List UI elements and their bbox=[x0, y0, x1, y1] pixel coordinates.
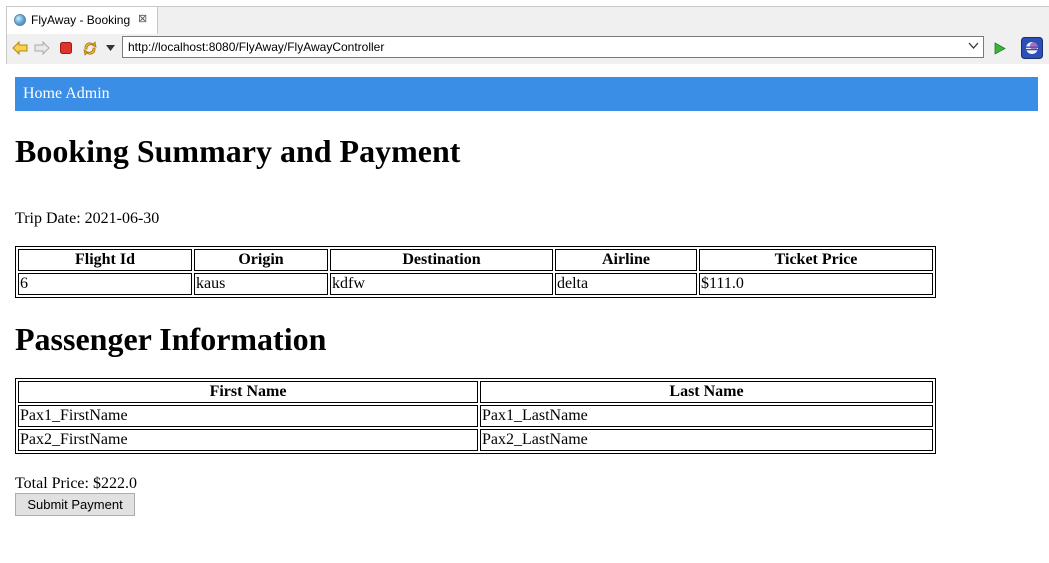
stop-icon[interactable] bbox=[57, 39, 75, 57]
flight-table: Flight Id Origin Destination Airline Tic… bbox=[15, 246, 936, 298]
total-price: Total Price: $222.0 bbox=[15, 475, 137, 492]
chevron-down-icon[interactable] bbox=[968, 40, 979, 54]
url-text: http://localhost:8080/FlyAway/FlyAwayCon… bbox=[128, 40, 385, 54]
navbar: Home Admin bbox=[15, 77, 1038, 111]
url-input[interactable]: http://localhost:8080/FlyAway/FlyAwayCon… bbox=[122, 36, 984, 58]
trip-date: Trip Date: 2021-06-30 bbox=[15, 210, 160, 227]
table-cell: Pax2_LastName bbox=[480, 429, 933, 451]
page-viewport: Home Admin Booking Summary and Payment T… bbox=[6, 64, 1049, 563]
refresh-icon[interactable] bbox=[81, 39, 99, 57]
globe-icon bbox=[14, 14, 26, 26]
column-header: Flight Id bbox=[18, 249, 192, 271]
table-cell: kaus bbox=[194, 273, 328, 295]
table-cell: Pax1_FirstName bbox=[18, 405, 478, 427]
back-icon[interactable] bbox=[11, 39, 29, 57]
close-icon[interactable]: ⊠ bbox=[138, 12, 147, 25]
section-title: Passenger Information bbox=[15, 321, 327, 357]
column-header: First Name bbox=[18, 381, 478, 403]
browser-toolbar: http://localhost:8080/FlyAway/FlyAwayCon… bbox=[7, 34, 1049, 65]
table-cell: delta bbox=[555, 273, 697, 295]
chevron-down-icon[interactable] bbox=[101, 39, 119, 57]
page-title: Booking Summary and Payment bbox=[15, 133, 461, 169]
column-header: Airline bbox=[555, 249, 697, 271]
eclipse-icon[interactable] bbox=[1021, 37, 1043, 59]
table-header-row: First Name Last Name bbox=[18, 381, 933, 403]
column-header: Origin bbox=[194, 249, 328, 271]
go-icon[interactable] bbox=[991, 39, 1009, 57]
browser-chrome: FlyAway - Booking ⊠ http://localhost:808… bbox=[6, 6, 1049, 64]
browser-tab[interactable]: FlyAway - Booking ⊠ bbox=[7, 7, 158, 34]
column-header: Destination bbox=[330, 249, 553, 271]
column-header: Last Name bbox=[480, 381, 933, 403]
table-cell: Pax2_FirstName bbox=[18, 429, 478, 451]
tab-title: FlyAway - Booking bbox=[31, 13, 131, 27]
table-row: 6 kaus kdfw delta $111.0 bbox=[18, 273, 933, 295]
submit-payment-button[interactable]: Submit Payment bbox=[15, 493, 135, 516]
table-cell: $111.0 bbox=[699, 273, 933, 295]
column-header: Ticket Price bbox=[699, 249, 933, 271]
nav-links[interactable]: Home Admin bbox=[23, 85, 110, 103]
forward-icon[interactable] bbox=[33, 39, 51, 57]
table-row: Pax2_FirstName Pax2_LastName bbox=[18, 429, 933, 451]
passenger-table: First Name Last Name Pax1_FirstName Pax1… bbox=[15, 378, 936, 454]
table-cell: Pax1_LastName bbox=[480, 405, 933, 427]
table-header-row: Flight Id Origin Destination Airline Tic… bbox=[18, 249, 933, 271]
table-cell: kdfw bbox=[330, 273, 553, 295]
table-row: Pax1_FirstName Pax1_LastName bbox=[18, 405, 933, 427]
table-cell: 6 bbox=[18, 273, 192, 295]
